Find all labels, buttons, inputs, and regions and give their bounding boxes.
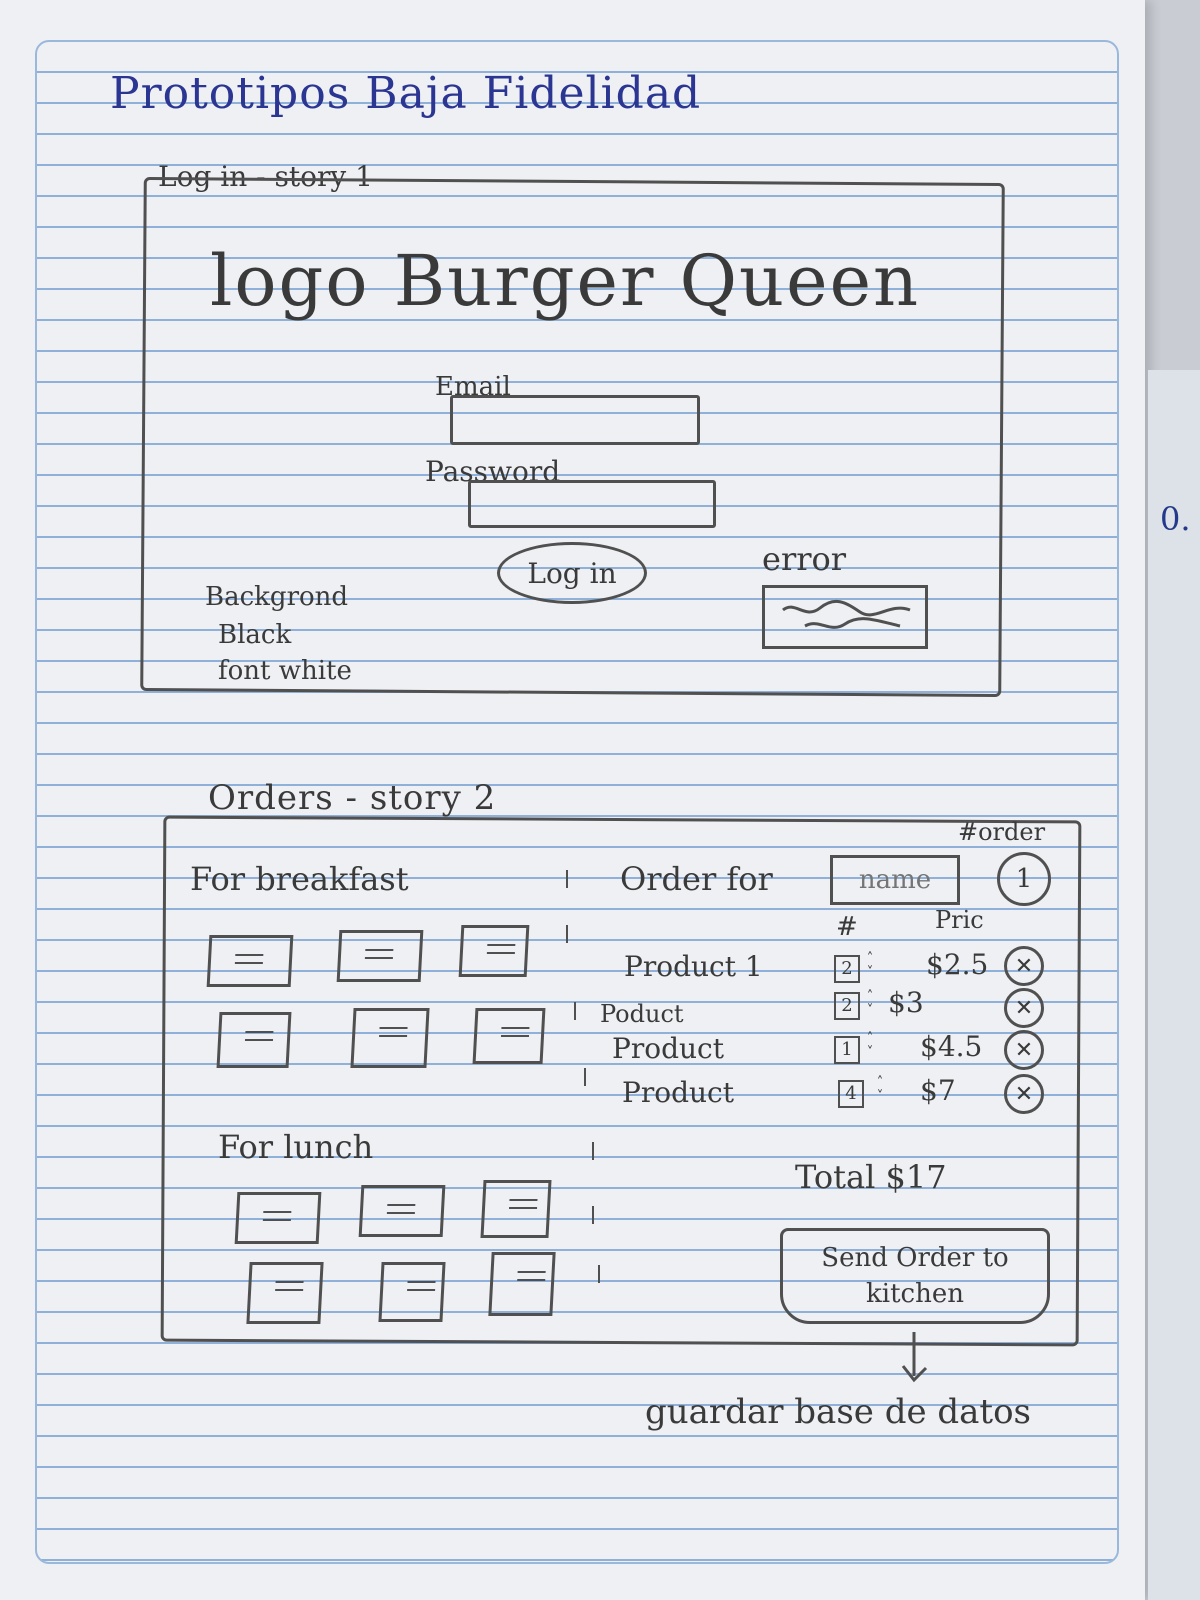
order-item-price: $4.5: [920, 1030, 983, 1063]
order-number-label: #order: [958, 818, 1046, 846]
column-divider: [566, 870, 568, 888]
qty-stepper-icon[interactable]: ˄ ˅: [872, 1076, 888, 1106]
column-divider: [574, 1002, 576, 1020]
order-item-qty[interactable]: 2: [834, 955, 860, 983]
arrow-down-icon: [901, 1332, 928, 1383]
lunch-product-tile[interactable]: [358, 1185, 446, 1237]
logo-text: logo Burger Queen: [210, 240, 921, 322]
lunch-product-tile[interactable]: [488, 1252, 556, 1316]
breakfast-product-tile[interactable]: [472, 1008, 546, 1064]
breakfast-product-tile[interactable]: [458, 925, 530, 977]
column-divider: [598, 1265, 600, 1283]
remove-item-button[interactable]: ✕: [1004, 1030, 1044, 1070]
order-number-badge: 1: [997, 852, 1051, 906]
breakfast-menu-label: For breakfast: [190, 860, 409, 898]
qty-stepper-icon[interactable]: ˄ ˅: [862, 952, 878, 982]
order-total: Total $17: [795, 1158, 947, 1196]
note-background: Backgrond: [205, 582, 349, 612]
password-field[interactable]: [468, 480, 716, 528]
order-item-name: Poduct: [600, 1000, 684, 1028]
page-title: Prototipos Baja Fidelidad: [110, 68, 702, 119]
lunch-product-tile[interactable]: [234, 1192, 322, 1244]
order-for-label: Order for: [620, 860, 773, 898]
order-item-price: $7: [920, 1074, 956, 1107]
quantity-column-header: #: [836, 912, 858, 942]
breakfast-product-tile[interactable]: [350, 1008, 430, 1068]
side-text: 0.: [1160, 500, 1191, 538]
remove-item-button[interactable]: ✕: [1004, 1074, 1044, 1114]
breakfast-product-tile[interactable]: [206, 935, 294, 987]
lunch-product-tile[interactable]: [378, 1262, 446, 1322]
remove-item-button[interactable]: ✕: [1004, 988, 1044, 1028]
side-sheet: [1148, 370, 1200, 1600]
qty-stepper-icon[interactable]: ˄ ˅: [862, 990, 878, 1020]
order-item-price: $3: [888, 986, 924, 1019]
error-label: error: [762, 540, 847, 578]
lunch-product-tile[interactable]: [480, 1180, 552, 1238]
column-divider: [566, 925, 568, 943]
breakfast-product-tile[interactable]: [216, 1012, 292, 1068]
column-divider: [592, 1142, 594, 1160]
order-item-qty[interactable]: 1: [834, 1036, 860, 1064]
login-button[interactable]: Log in: [497, 542, 647, 604]
orders-section-label: Orders - story 2: [208, 778, 497, 818]
order-item-qty[interactable]: 4: [838, 1080, 864, 1108]
order-item-qty[interactable]: 2: [834, 992, 860, 1020]
lunch-product-tile[interactable]: [246, 1262, 324, 1324]
error-message-box: [762, 585, 928, 649]
column-divider: [584, 1068, 586, 1086]
breakfast-product-tile[interactable]: [336, 930, 424, 982]
order-item-name: Product: [612, 1032, 724, 1065]
order-item-name: Product 1: [624, 950, 763, 983]
order-item-name: Product: [622, 1076, 734, 1109]
price-column-header: Pric: [935, 906, 984, 934]
customer-name-input[interactable]: [830, 855, 960, 905]
email-field[interactable]: [450, 395, 700, 445]
remove-item-button[interactable]: ✕: [1004, 946, 1044, 986]
order-item-price: $2.5: [926, 948, 989, 981]
error-scribble-icon: [782, 599, 911, 629]
save-database-note: guardar base de datos: [645, 1392, 1032, 1432]
lunch-menu-label: For lunch: [218, 1128, 374, 1166]
qty-stepper-icon[interactable]: ˄ ˅: [862, 1032, 878, 1062]
note-black: Black: [218, 620, 292, 650]
send-order-button[interactable]: Send Order to kitchen: [780, 1228, 1050, 1324]
note-font-white: font white: [218, 656, 352, 686]
column-divider: [592, 1206, 594, 1224]
